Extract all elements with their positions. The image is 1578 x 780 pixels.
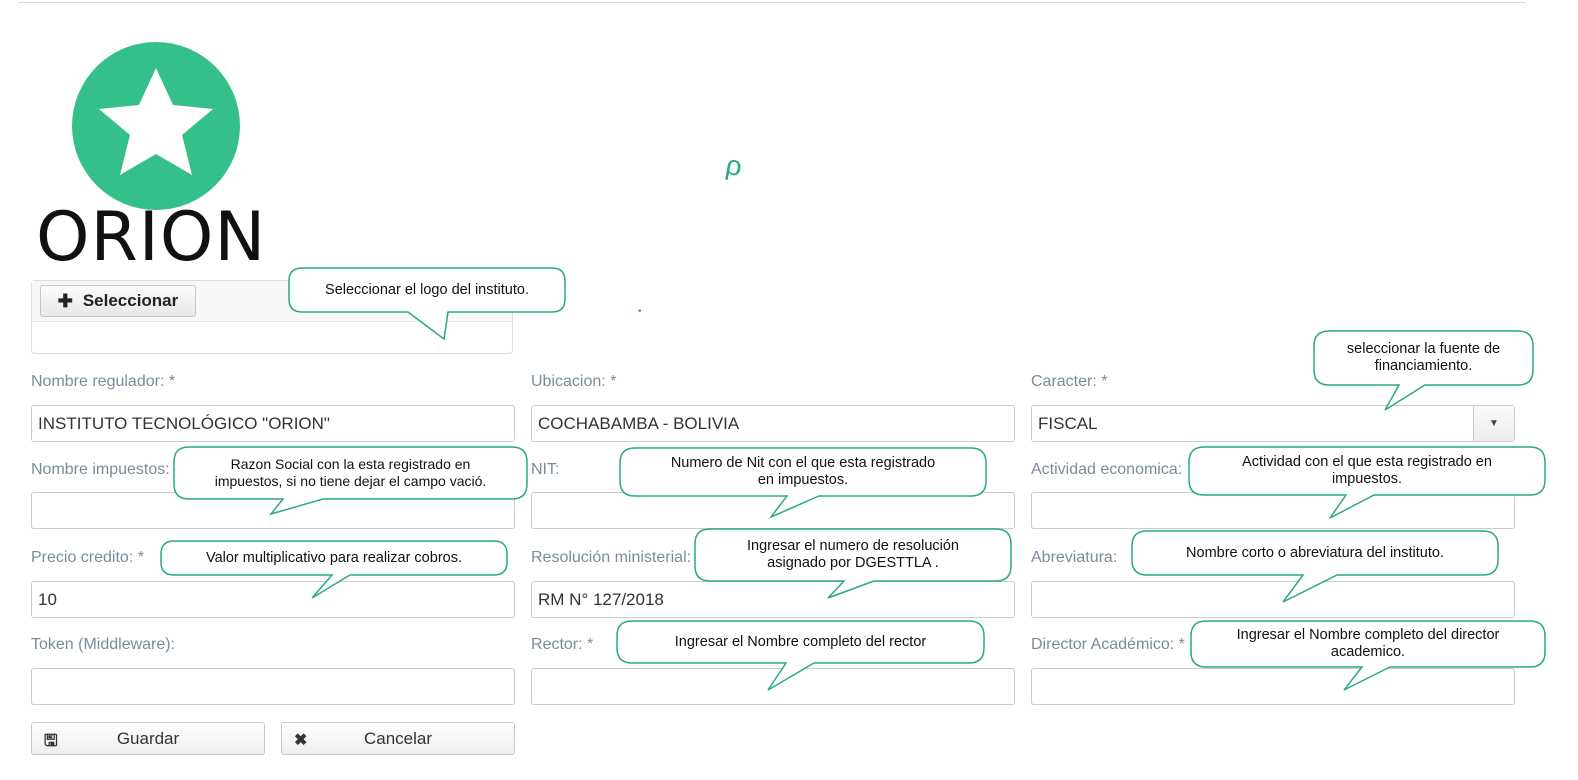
caracter-label: Caracter: *	[1031, 373, 1108, 390]
nombre-regulador-label: Nombre regulador: *	[31, 373, 176, 390]
callout-precio-hint: Valor multiplicativo para realizar cobro…	[160, 540, 508, 599]
nit-label: NIT:	[531, 461, 560, 478]
token-label: Token (Middleware):	[31, 636, 176, 653]
cancel-button[interactable]: ✖ Cancelar	[281, 722, 515, 755]
caret-down-icon: ▼	[1489, 418, 1499, 429]
callout-nombre-impuestos-line2: impuestos, si no tiene dejar el campo va…	[214, 473, 487, 489]
select-logo-label: Seleccionar	[82, 291, 179, 310]
callout-nombre-impuestos-hint: Razon Social con la esta registrado en i…	[173, 446, 528, 516]
plus-icon: ✚	[57, 290, 73, 311]
close-icon: ✖	[294, 732, 308, 749]
nombre-regulador-input[interactable]: INSTITUTO TECNOLÓGICO "ORION"	[31, 405, 515, 442]
resolucion-ministerial-value: RM N° 127/2018	[538, 589, 664, 609]
callout-nit-line1: Numero de Nit con el que esta registrado	[670, 455, 936, 471]
caracter-value: FISCAL	[1038, 413, 1098, 433]
cancel-button-label: Cancelar	[363, 728, 433, 748]
ubicacion-value: COCHABAMBA - BOLIVIA	[538, 413, 740, 433]
director-academico-label: Director Académico: *	[1031, 636, 1185, 653]
resolucion-ministerial-label: Resolución ministerial:	[531, 549, 692, 566]
callout-resolucion-line2: asignado por DGESTTLA .	[767, 555, 939, 571]
callout-resolucion-hint: Ingresar el numero de resolución asignad…	[694, 528, 1012, 599]
stray-mark: ρ	[723, 148, 745, 183]
callout-logo-text: Seleccionar el logo del instituto.	[325, 281, 529, 298]
callout-nombre-impuestos-line1: Razon Social con la esta registrado en	[230, 456, 471, 472]
ubicacion-input[interactable]: COCHABAMBA - BOLIVIA	[531, 405, 1015, 442]
logo-text: ORION	[36, 198, 267, 277]
callout-director-line2: academico.	[1330, 644, 1406, 660]
callout-director-line1: Ingresar el Nombre completo del director	[1236, 627, 1500, 643]
callout-rector-text: Ingresar el Nombre completo del rector	[674, 633, 927, 650]
save-button[interactable]: 🖫 Guardar	[31, 722, 265, 755]
precio-credito-value: 10	[38, 589, 57, 609]
callout-resolucion-line1: Ingresar el numero de resolución	[747, 538, 959, 554]
nombre-impuestos-label: Nombre impuestos:	[31, 461, 170, 478]
callout-director-hint: Ingresar el Nombre completo del director…	[1190, 620, 1546, 691]
logo-circle	[72, 42, 240, 210]
precio-credito-label: Precio credito: *	[31, 549, 144, 566]
callout-abreviatura-hint: Nombre corto o abreviatura del instituto…	[1131, 530, 1499, 603]
abreviatura-label: Abreviatura:	[1031, 549, 1118, 566]
star-icon	[99, 68, 213, 175]
callout-nit-line2: en impuestos.	[757, 472, 849, 488]
actividad-economica-label: Actividad economica:	[1031, 461, 1183, 478]
rector-label: Rector: *	[531, 636, 594, 653]
floppy-disk-icon: 🖫	[44, 733, 58, 750]
callout-logo-hint: Seleccionar el logo del instituto.	[288, 267, 566, 341]
callout-precio-text: Valor multiplicativo para realizar cobro…	[205, 549, 462, 566]
stray-dot: •	[638, 306, 642, 317]
callout-rector-hint: Ingresar el Nombre completo del rector	[616, 620, 985, 691]
callout-actividad-line1: Actividad con el que esta registrado en	[1242, 454, 1492, 470]
ubicacion-label: Ubicacion: *	[531, 373, 617, 390]
token-input[interactable]	[31, 668, 515, 705]
institute-logo: ORION	[36, 42, 276, 274]
callout-abreviatura-text: Nombre corto o abreviatura del instituto…	[1186, 544, 1444, 561]
select-logo-button[interactable]: ✚ Seleccionar	[40, 285, 196, 317]
callout-nit-hint: Numero de Nit con el que esta registrado…	[619, 447, 987, 519]
callout-caracter-line2: financiamiento.	[1374, 358, 1473, 374]
save-button-label: Guardar	[116, 728, 180, 748]
callout-caracter-line1: seleccionar la fuente de	[1346, 341, 1501, 357]
callout-actividad-line2: impuestos.	[1331, 471, 1403, 487]
top-divider	[18, 2, 1526, 3]
callout-actividad-hint: Actividad con el que esta registrado en …	[1188, 446, 1546, 519]
callout-caracter-hint: seleccionar la fuente de financiamiento.	[1313, 330, 1534, 411]
nombre-regulador-value: INSTITUTO TECNOLÓGICO "ORION"	[38, 413, 330, 433]
